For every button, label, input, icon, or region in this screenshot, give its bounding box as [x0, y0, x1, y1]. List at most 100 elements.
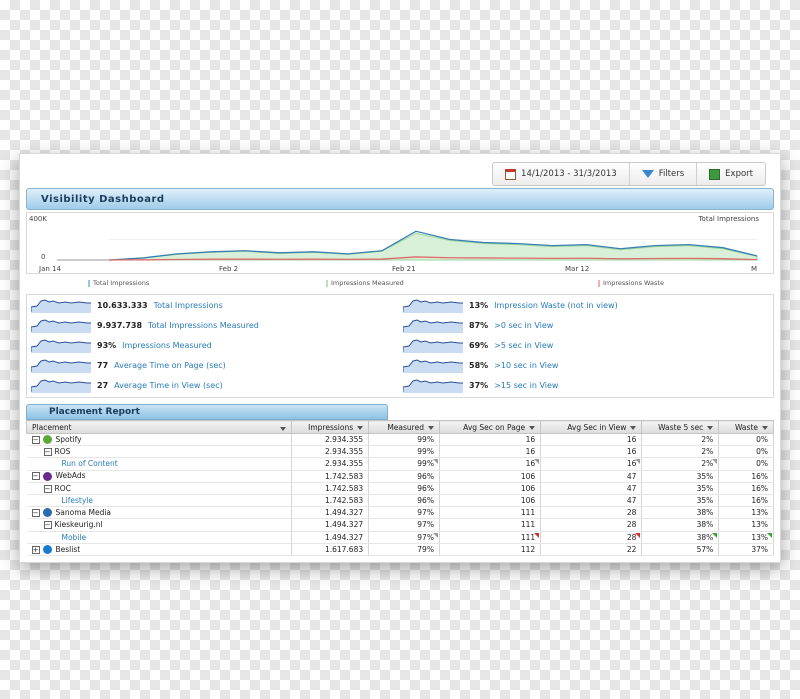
x-tick-label: Mar 12	[565, 265, 590, 273]
kpi-value: 37%	[469, 380, 489, 390]
expand-icon[interactable]: +	[31, 545, 40, 554]
table-row[interactable]: − Kieskeurig.nl 1.494.327 97% 111 28 38% 13%	[26, 518, 774, 532]
collapse-icon[interactable]: −	[31, 508, 40, 517]
placement-name[interactable]: Mobile	[62, 533, 87, 542]
sort-icon[interactable]	[529, 425, 536, 430]
kpi-label[interactable]: >10 sec in View	[494, 361, 558, 370]
kpi-label[interactable]: >15 sec in View	[494, 381, 558, 390]
kpi-label[interactable]: Average Time on Page (sec)	[114, 361, 226, 370]
table-cell: 1.494.327	[291, 518, 370, 532]
kpi-label[interactable]: Total Impressions Measured	[148, 321, 259, 330]
sort-icon[interactable]	[280, 426, 287, 431]
table-cell: 111	[439, 518, 542, 532]
column-header[interactable]: Waste	[718, 420, 774, 434]
kpi-item: 10.633.333 Total Impressions	[31, 297, 223, 313]
sparkline-icon	[403, 379, 463, 393]
sort-icon[interactable]	[762, 425, 768, 430]
kpi-label[interactable]: Impression Waste (not in view)	[494, 301, 618, 310]
sort-icon[interactable]	[427, 425, 434, 430]
kpi-value: 93%	[97, 340, 117, 350]
table-cell: 47	[540, 470, 643, 483]
sort-icon[interactable]	[630, 425, 637, 430]
table-cell: 1.617.683	[291, 543, 370, 556]
table-row[interactable]: + Beslist 1.617.683 79% 112 22 57% 37%	[26, 543, 774, 556]
collapse-icon[interactable]: −	[43, 521, 52, 530]
table-cell: 2%	[641, 445, 720, 459]
legend-item-total[interactable]: Total Impressions	[88, 279, 149, 287]
kpi-label[interactable]: >5 sec in View	[494, 341, 553, 350]
table-row[interactable]: Lifestyle 1.742.583 96% 106 47 35% 16%	[26, 494, 774, 508]
kpi-label[interactable]: Average Time in View (sec)	[114, 381, 223, 390]
placement-report-title: Placement Report	[26, 404, 388, 420]
table-cell: 99%	[368, 445, 440, 459]
toolbar: 14/1/2013 - 31/3/2013 Filters Export	[492, 162, 766, 186]
placement-name: ROS	[54, 447, 71, 457]
table-row[interactable]: Run of Content 2.934.355 99% 16 16 2% 0%	[26, 457, 774, 471]
column-header[interactable]: Measured	[368, 420, 440, 434]
column-header[interactable]: Waste 5 sec	[641, 420, 720, 434]
placement-name[interactable]: Run of Content	[62, 459, 118, 468]
table-cell: 1.494.327	[291, 506, 370, 520]
table-row[interactable]: − Sanoma Media 1.494.327 97% 111 28 38% 13%	[26, 506, 774, 520]
legend-item-measured[interactable]: Impressions Measured	[326, 279, 404, 287]
kpi-value: 87%	[469, 320, 489, 330]
kpi-label[interactable]: Impressions Measured	[122, 341, 212, 350]
table-row[interactable]: − WebAds 1.742.583 96% 106 47 35% 16%	[26, 470, 774, 483]
sparkline-icon	[31, 319, 91, 333]
placement-name: Kieskeurig.nl	[54, 520, 103, 530]
placement-name[interactable]: Lifestyle	[62, 496, 94, 505]
table-cell: 57%	[641, 543, 720, 556]
kpi-item: 58% >10 sec in View	[403, 357, 558, 373]
legend-swatch	[326, 280, 328, 287]
placement-name: Sanoma Media	[55, 507, 112, 517]
column-header[interactable]: Avg Sec on Page	[438, 420, 542, 434]
column-header[interactable]: Placement	[25, 420, 293, 434]
column-header[interactable]: Avg Sec in View	[540, 420, 643, 434]
kpi-value: 77	[97, 360, 109, 370]
table-cell: 97%	[368, 518, 440, 532]
table-cell: 112	[439, 543, 542, 556]
table-row[interactable]: − ROS 2.934.355 99% 16 16 2% 0%	[26, 445, 774, 459]
legend-item-waste[interactable]: Impressions Waste	[598, 279, 664, 287]
export-button[interactable]: Export	[697, 163, 765, 185]
table-cell: 16	[540, 433, 643, 447]
table-cell: 97%	[368, 506, 440, 520]
column-header-label: Avg Sec on Page	[463, 422, 526, 432]
collapse-icon[interactable]: −	[31, 435, 40, 444]
x-tick-label: M	[751, 265, 758, 273]
table-row[interactable]: − ROC 1.742.583 96% 106 47 35% 16%	[26, 482, 774, 495]
kpi-item: 9.937.738 Total Impressions Measured	[31, 317, 259, 333]
sort-icon[interactable]	[707, 425, 714, 430]
date-range-button[interactable]: 14/1/2013 - 31/3/2013	[493, 163, 630, 185]
table-cell: 99%	[368, 433, 440, 447]
kpi-item: 37% >15 sec in View	[403, 377, 558, 393]
collapse-icon[interactable]: −	[31, 472, 40, 481]
export-icon	[709, 168, 721, 180]
table-cell: 35%	[641, 470, 720, 483]
table-cell: 16	[439, 457, 542, 471]
collapse-icon[interactable]: −	[43, 484, 52, 493]
kpi-panel: 10.633.333 Total Impressions 9.937.738 Tota…	[26, 294, 774, 398]
table-cell: 28	[540, 531, 643, 544]
legend-swatch	[88, 280, 90, 287]
table-cell: 97%	[368, 531, 440, 544]
table-row[interactable]: − Spotify 2.934.355 99% 16 16 2% 0%	[26, 433, 774, 447]
column-header[interactable]: Impressions	[291, 420, 370, 434]
collapse-icon[interactable]: −	[43, 448, 52, 457]
kpi-label[interactable]: Total Impressions	[154, 301, 223, 310]
table-cell: 111	[439, 531, 542, 544]
table-row[interactable]: Mobile 1.494.327 97% 111 28 38% 13%	[26, 531, 774, 544]
publisher-logo-icon	[42, 435, 52, 445]
column-header-label: Impressions	[308, 422, 354, 432]
table-cell: 96%	[368, 470, 440, 483]
sort-icon[interactable]	[357, 425, 364, 430]
table-cell: 106	[439, 494, 542, 508]
dashboard-title: Visibility Dashboard	[26, 188, 774, 210]
table-cell: 28	[540, 506, 643, 520]
table-cell: 47	[540, 482, 643, 495]
filters-button[interactable]: Filters	[630, 163, 698, 185]
sparkline-icon	[31, 379, 91, 393]
table-cell: 111	[439, 506, 542, 520]
kpi-value: 10.633.333	[97, 300, 148, 310]
kpi-label[interactable]: >0 sec in View	[494, 321, 553, 330]
